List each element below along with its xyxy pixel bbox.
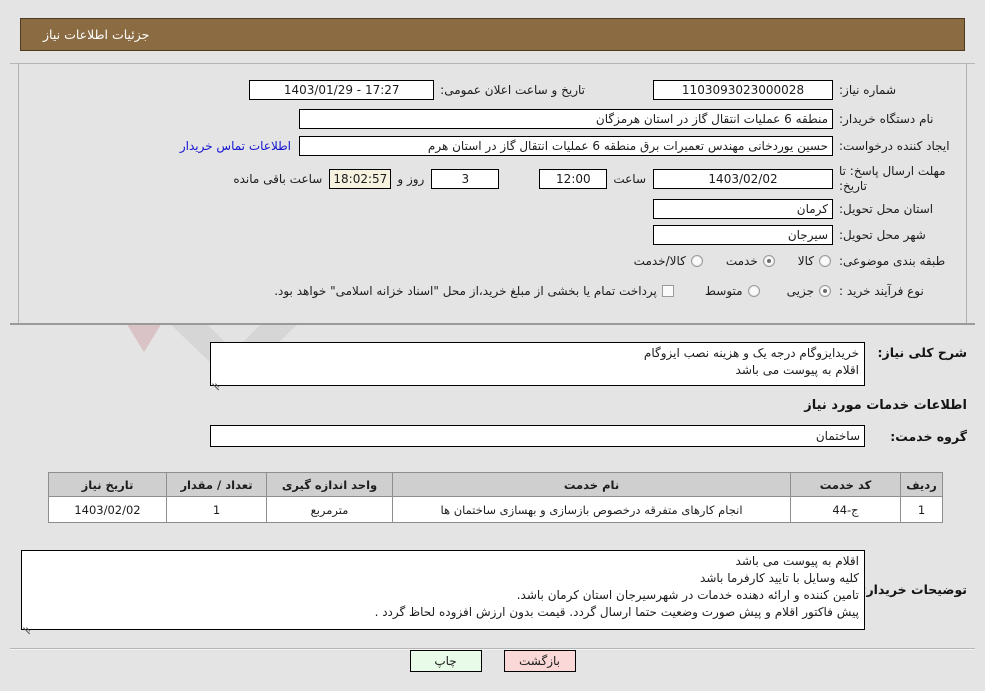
col-service-code: کد خدمت: [790, 472, 901, 497]
radio-kala-icon[interactable]: [819, 255, 831, 267]
buyer-contact-link[interactable]: اطلاعات تماس خریدار: [180, 139, 291, 153]
footer-buttons: بازگشت چاپ: [0, 650, 985, 672]
buyer-notes-textarea[interactable]: اقلام به پیوست می باشد کلیه وسایل با تای…: [21, 550, 865, 630]
buyer-notes-label: توضیحات خریدار:: [861, 582, 967, 597]
treasury-bond-label: پرداخت تمام یا بخشی از مبلغ خرید،از محل …: [274, 284, 657, 298]
field-service-group: گروه خدمت: ساختمان: [210, 425, 967, 447]
radio-khedmat-label: خدمت: [725, 254, 758, 268]
field-announce-datetime: تاریخ و ساعت اعلان عمومی: 17:27 - 1403/0…: [249, 80, 585, 100]
radio-jozei-label: جزیی: [786, 284, 814, 298]
treasury-bond-checkbox[interactable]: [661, 285, 674, 297]
services-section-heading: اطلاعات خدمات مورد نیاز: [7, 394, 967, 413]
services-table: ردیف کد خدمت نام خدمت واحد اندازه گیری ت…: [48, 472, 943, 523]
print-button[interactable]: چاپ: [409, 650, 482, 672]
col-row-no: ردیف: [900, 472, 943, 497]
cell-service-code: ج-44: [790, 496, 901, 523]
radio-option-jozei[interactable]: جزیی: [782, 284, 831, 298]
page-header: جزئیات اطلاعات نیاز: [20, 18, 965, 51]
reply-deadline-countdown-label: ساعت باقی مانده: [233, 172, 323, 186]
need-summary-label: شرح کلی نیاز:: [877, 345, 967, 360]
col-need-date: تاریخ نیاز: [48, 472, 167, 497]
field-delivery-province: استان محل تحویل: کرمان: [653, 199, 957, 219]
reply-deadline-days-label: روز و: [397, 172, 425, 186]
buyer-org-value: منطقه 6 عملیات انتقال گاز در استان هرمزگ…: [299, 109, 833, 129]
need-info-panel: شماره نیاز: 1103093023000028 تاریخ و ساع…: [10, 63, 975, 325]
table-header-row: ردیف کد خدمت نام خدمت واحد اندازه گیری ت…: [48, 472, 943, 497]
reply-deadline-hour-label: ساعت: [613, 172, 646, 186]
delivery-city-label: شهر محل تحویل:: [839, 228, 926, 242]
radio-option-kala[interactable]: کالا: [793, 254, 831, 268]
reply-deadline-hour: 12:00: [539, 169, 608, 189]
announce-datetime-value: 17:27 - 1403/01/29: [249, 80, 435, 100]
services-section-title: اطلاعات خدمات مورد نیاز: [804, 398, 967, 413]
need-summary-textarea[interactable]: خریدایزوگام درجه یک و هزینه نصب ایزوگام …: [210, 342, 865, 386]
radio-kala-khedmat-label: کالا/خدمت: [633, 254, 686, 268]
page-title: جزئیات اطلاعات نیاز: [43, 27, 150, 42]
radio-motavaset-icon[interactable]: [747, 285, 760, 297]
radio-kala-khedmat-icon[interactable]: [690, 255, 703, 267]
need-number-label: شماره نیاز:: [839, 83, 896, 97]
field-need-number: شماره نیاز: 1103093023000028: [653, 80, 957, 100]
radio-motavaset-label: متوسط: [704, 284, 743, 298]
delivery-province-value: کرمان: [653, 199, 833, 219]
field-request-creator: ایجاد کننده درخواست: حسین یوردخانی مهندس…: [180, 136, 957, 156]
subject-category-label: طبقه بندی موضوعی:: [839, 254, 946, 268]
delivery-city-value: سیرجان: [653, 225, 833, 245]
field-need-summary: شرح کلی نیاز: خریدایزوگام درجه یک و هزین…: [210, 342, 967, 386]
page-root: جزئیات اطلاعات نیاز AnaTender.net شماره …: [0, 0, 985, 691]
reply-deadline-date: 1403/02/02: [653, 169, 833, 189]
col-service-name: نام خدمت: [392, 472, 791, 497]
cell-service-name: انجام کارهای متفرقه درخصوص بازسازی و بهس…: [392, 496, 791, 523]
buyer-notes-resize-grip[interactable]: [22, 619, 32, 629]
delivery-province-label: استان محل تحویل:: [839, 202, 934, 216]
table-row: 1 ج-44 انجام کارهای متفرقه درخصوص بازساز…: [48, 496, 943, 523]
radio-option-motavaset[interactable]: متوسط: [700, 284, 760, 298]
radio-khedmat-icon[interactable]: [762, 255, 775, 267]
cell-need-date: 1403/02/02: [48, 496, 167, 523]
announce-datetime-label: تاریخ و ساعت اعلان عمومی:: [440, 83, 585, 97]
col-quantity: تعداد / مقدار: [166, 472, 267, 497]
reply-deadline-countdown: 18:02:57: [329, 169, 392, 189]
field-reply-deadline: مهلت ارسال پاسخ: تا تاریخ: 1403/02/02 سا…: [233, 164, 957, 194]
details-panel: شرح کلی نیاز: خریدایزوگام درجه یک و هزین…: [10, 332, 975, 652]
field-buyer-org: نام دستگاه خریدار: منطقه 6 عملیات انتقال…: [299, 109, 957, 129]
radio-option-kala-khedmat[interactable]: کالا/خدمت: [629, 254, 703, 268]
reply-deadline-label: مهلت ارسال پاسخ: تا تاریخ:: [839, 164, 946, 193]
field-buyer-notes: توضیحات خریدار: اقلام به پیوست می باشد ک…: [21, 550, 967, 630]
field-delivery-city: شهر محل تحویل: سیرجان: [653, 225, 957, 245]
service-group-value: ساختمان: [210, 425, 865, 447]
field-subject-category: طبقه بندی موضوعی: کالا خدمت کالا/خدمت: [629, 254, 957, 268]
purchase-process-label: نوع فرآیند خرید :: [839, 284, 924, 298]
service-group-label: گروه خدمت:: [890, 428, 967, 444]
need-summary-resize-grip[interactable]: [211, 375, 221, 385]
field-purchase-process: نوع فرآیند خرید : جزیی متوسط پرداخت تمام…: [269, 284, 957, 298]
request-creator-label: ایجاد کننده درخواست:: [839, 139, 950, 153]
reply-deadline-days: 3: [431, 169, 500, 189]
back-button[interactable]: بازگشت: [503, 650, 576, 672]
request-creator-value: حسین یوردخانی مهندس تعمیرات برق منطقه 6 …: [299, 136, 833, 156]
need-number-value: 1103093023000028: [653, 80, 833, 100]
cell-quantity: 1: [166, 496, 267, 523]
radio-kala-label: کالا: [797, 254, 814, 268]
cell-row-no: 1: [900, 496, 943, 523]
treasury-bond-option[interactable]: پرداخت تمام یا بخشی از مبلغ خرید،از محل …: [269, 284, 674, 298]
radio-jozei-icon[interactable]: [819, 285, 831, 297]
radio-option-khedmat[interactable]: خدمت: [721, 254, 775, 268]
services-table-wrap: ردیف کد خدمت نام خدمت واحد اندازه گیری ت…: [48, 472, 943, 523]
buyer-org-label: نام دستگاه خریدار:: [839, 112, 934, 126]
cell-unit: مترمربع: [266, 496, 393, 523]
col-unit: واحد اندازه گیری: [266, 472, 393, 497]
